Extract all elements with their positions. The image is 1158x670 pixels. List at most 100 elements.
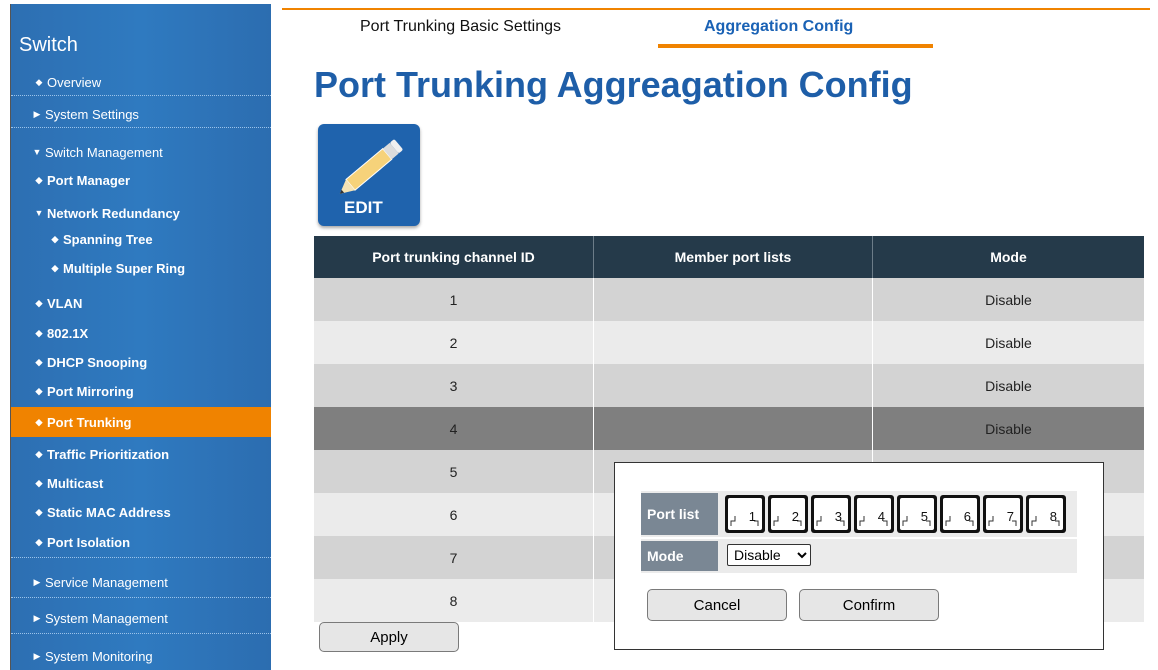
sidebar-item-label: Multiple Super Ring bbox=[63, 260, 186, 276]
sidebar-item-system-settings[interactable]: ▶ System Settings bbox=[11, 102, 271, 128]
sidebar-item-system-monitoring[interactable]: ▶ System Monitoring bbox=[11, 642, 271, 670]
sidebar-item-switch-management[interactable]: ▼ Switch Management bbox=[11, 139, 271, 165]
sidebar-item-system-management[interactable]: ▶ System Management bbox=[11, 604, 271, 634]
bullet-icon: ◆ bbox=[51, 262, 59, 273]
ethernet-port-icon bbox=[902, 516, 931, 526]
edit-button[interactable]: EDIT bbox=[318, 124, 420, 226]
port-toggle-7[interactable]: 7 bbox=[983, 495, 1023, 533]
port-list-label: Port list bbox=[641, 493, 718, 535]
sidebar-item-port-manager[interactable]: ◆ Port Manager bbox=[11, 167, 271, 193]
cell-channel-id: 1 bbox=[314, 278, 594, 321]
port-list-row: Port list 1 2 3 4 5 6 7 8 bbox=[641, 491, 1077, 537]
port-number: 1 bbox=[748, 509, 756, 524]
sidebar-item-vlan[interactable]: ◆ VLAN bbox=[11, 290, 271, 316]
ethernet-port-icon bbox=[816, 516, 845, 526]
sidebar-item-traffic-prioritization[interactable]: ◆ Traffic Prioritization bbox=[11, 441, 271, 467]
tab-basic-settings[interactable]: Port Trunking Basic Settings bbox=[360, 18, 561, 46]
table-row[interactable]: 2 Disable bbox=[314, 321, 1144, 364]
edit-dialog: Port list 1 2 3 4 5 6 7 8 Mode Disable C… bbox=[614, 462, 1104, 650]
port-number: 2 bbox=[791, 509, 799, 524]
sidebar: Switch ◆ Overview ▶ System Settings ▼ Sw… bbox=[10, 4, 271, 670]
triangle-right-icon: ▶ bbox=[33, 577, 41, 587]
cell-mode: Disable bbox=[872, 321, 1144, 364]
sidebar-item-label: System Settings bbox=[45, 107, 139, 122]
port-toggle-6[interactable]: 6 bbox=[940, 495, 980, 533]
tab-bar: Port Trunking Basic Settings Aggregation… bbox=[282, 0, 1158, 50]
triangle-right-icon: ▶ bbox=[33, 613, 41, 623]
sidebar-item-multicast[interactable]: ◆ Multicast bbox=[11, 470, 271, 496]
sidebar-item-service-management[interactable]: ▶ Service Management bbox=[11, 568, 271, 598]
cell-member-ports bbox=[593, 321, 873, 364]
ethernet-port-icon bbox=[773, 516, 802, 526]
sidebar-item-label: Overview bbox=[47, 75, 102, 90]
sidebar-item-port-isolation[interactable]: ◆ Port Isolation bbox=[11, 528, 271, 558]
port-number: 8 bbox=[1049, 509, 1057, 524]
sidebar-item-802-1x[interactable]: ◆ 802.1X bbox=[11, 320, 271, 346]
sidebar-item-label: Traffic Prioritization bbox=[47, 446, 170, 462]
port-toggle-8[interactable]: 8 bbox=[1026, 495, 1066, 533]
sidebar-item-static-mac-address[interactable]: ◆ Static MAC Address bbox=[11, 499, 271, 525]
sidebar-item-port-mirroring[interactable]: ◆ Port Mirroring bbox=[11, 378, 271, 404]
bullet-icon: ◆ bbox=[35, 385, 43, 396]
pencil-icon bbox=[339, 139, 403, 194]
cell-member-ports bbox=[593, 278, 873, 321]
bullet-icon: ◆ bbox=[35, 356, 43, 367]
bullet-icon: ◆ bbox=[35, 77, 43, 87]
mode-label: Mode bbox=[641, 541, 718, 571]
bullet-icon: ◆ bbox=[35, 448, 43, 459]
sidebar-item-label: Port Trunking bbox=[47, 414, 132, 430]
mode-row: Mode Disable bbox=[641, 539, 1077, 573]
bullet-icon: ◆ bbox=[35, 416, 43, 427]
triangle-down-icon: ▼ bbox=[34, 208, 44, 218]
port-number: 3 bbox=[834, 509, 842, 524]
tab-aggregation-config[interactable]: Aggregation Config bbox=[704, 18, 853, 46]
triangle-right-icon: ▶ bbox=[33, 109, 41, 119]
sidebar-item-network-redundancy[interactable]: ▼ Network Redundancy bbox=[11, 200, 271, 226]
sidebar-item-spanning-tree[interactable]: ◆ Spanning Tree bbox=[11, 226, 271, 252]
page-title: Port Trunking Aggreagation Config bbox=[314, 64, 913, 105]
sidebar-item-label: Network Redundancy bbox=[47, 205, 180, 221]
column-header-mode: Mode bbox=[872, 236, 1144, 278]
cell-channel-id: 6 bbox=[314, 493, 594, 536]
port-toggle-5[interactable]: 5 bbox=[897, 495, 937, 533]
cell-channel-id: 4 bbox=[314, 407, 594, 450]
table-row-selected[interactable]: 4 Disable bbox=[314, 407, 1144, 450]
sidebar-item-label: Port Isolation bbox=[47, 535, 131, 550]
sidebar-item-label: Switch Management bbox=[45, 144, 163, 160]
apply-button[interactable]: Apply bbox=[319, 622, 459, 652]
mode-select[interactable]: Disable bbox=[727, 544, 811, 566]
port-number: 5 bbox=[920, 509, 928, 524]
tab-top-rule bbox=[282, 8, 1150, 10]
bullet-icon: ◆ bbox=[51, 233, 59, 244]
bullet-icon: ◆ bbox=[35, 506, 43, 517]
column-header-channel-id: Port trunking channel ID bbox=[314, 236, 594, 278]
sidebar-item-multiple-super-ring[interactable]: ◆ Multiple Super Ring bbox=[11, 255, 271, 281]
cell-channel-id: 2 bbox=[314, 321, 594, 364]
confirm-button[interactable]: Confirm bbox=[799, 589, 939, 621]
bullet-icon: ◆ bbox=[35, 477, 43, 488]
triangle-down-icon: ▼ bbox=[32, 147, 42, 157]
cell-member-ports bbox=[593, 407, 873, 450]
port-toggle-1[interactable]: 1 bbox=[725, 495, 765, 533]
cancel-button[interactable]: Cancel bbox=[647, 589, 787, 621]
table-row[interactable]: 1 Disable bbox=[314, 278, 1144, 321]
sidebar-item-label: Service Management bbox=[45, 575, 168, 590]
port-toggle-4[interactable]: 4 bbox=[854, 495, 894, 533]
sidebar-item-label: Port Mirroring bbox=[47, 383, 134, 399]
port-number: 4 bbox=[877, 509, 885, 524]
sidebar-item-label: DHCP Snooping bbox=[47, 354, 148, 370]
sidebar-item-port-trunking[interactable]: ◆ Port Trunking bbox=[11, 407, 271, 437]
port-toggle-2[interactable]: 2 bbox=[768, 495, 808, 533]
sidebar-item-label: System Management bbox=[45, 611, 168, 626]
sidebar-item-label: Static MAC Address bbox=[47, 504, 171, 520]
sidebar-item-label: System Monitoring bbox=[45, 648, 153, 664]
table-row[interactable]: 3 Disable bbox=[314, 364, 1144, 407]
cell-channel-id: 5 bbox=[314, 450, 594, 493]
bullet-icon: ◆ bbox=[35, 174, 43, 185]
triangle-right-icon: ▶ bbox=[33, 650, 41, 661]
sidebar-item-label: Spanning Tree bbox=[63, 231, 153, 247]
sidebar-item-dhcp-snooping[interactable]: ◆ DHCP Snooping bbox=[11, 349, 271, 375]
sidebar-item-overview[interactable]: ◆ Overview bbox=[11, 70, 271, 96]
cell-channel-id: 8 bbox=[314, 579, 594, 622]
port-toggle-3[interactable]: 3 bbox=[811, 495, 851, 533]
